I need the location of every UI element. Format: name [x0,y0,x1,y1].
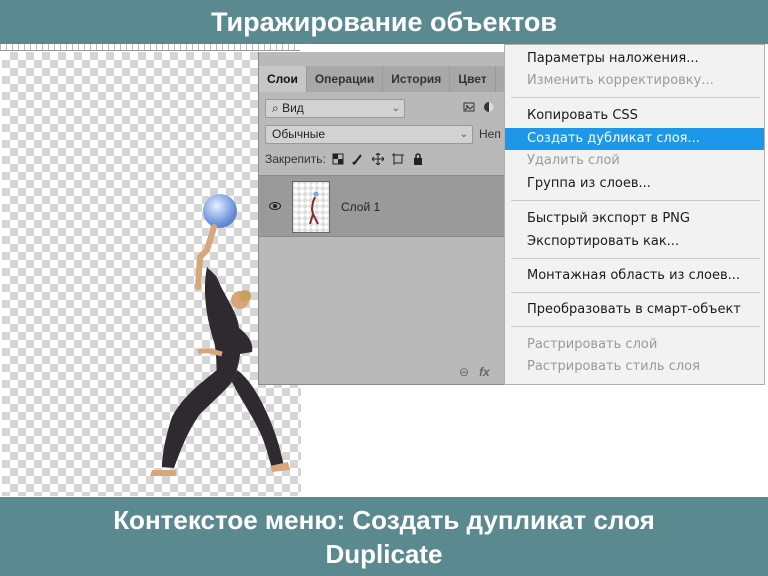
slide-caption: Контекстое меню: Создать дупликат слоя D… [0,497,768,576]
chevron-down-icon: ⌄ [391,102,400,114]
menu-separator [511,292,760,293]
lock-row: Закрепить: [265,149,432,169]
tab-history[interactable]: История [383,66,451,92]
lock-artboard-icon[interactable] [391,153,404,165]
lock-all-icon[interactable] [412,153,424,165]
filter-kind-select[interactable]: ⌕ Вид ⌄ [265,98,405,118]
menu-item-copy-css[interactable]: Копировать CSS [505,105,764,127]
layer-row[interactable]: Слой 1 [259,175,505,237]
blend-mode-select[interactable]: Обычные ⌄ [265,124,473,144]
adjustment-filter-icon[interactable] [483,101,495,116]
lock-image-pixels-icon[interactable] [352,153,364,165]
eye-icon[interactable] [269,201,281,211]
menu-separator [511,97,760,98]
tab-layers[interactable]: Слои [259,66,307,92]
menu-item-rasterize-layer-style[interactable]: Растрировать стиль слоя [505,356,764,378]
menu-separator [511,200,760,201]
menu-item-blending-options[interactable]: Параметры наложения... [505,48,764,70]
lock-label: Закрепить: [265,152,326,166]
slide-title: Тиражирование объектов [0,0,768,44]
gymnast-image [150,194,290,476]
blend-row: Обычные ⌄ Неп [265,124,501,144]
layer-thumbnail[interactable] [292,181,330,233]
caption-line-1: Контекстое меню: Создать дупликат слоя [113,504,655,535]
menu-item-duplicate-layer[interactable]: Создать дубликат слоя... [505,128,764,150]
document-canvas[interactable] [2,52,301,496]
ball-shape [203,194,237,228]
menu-item-edit-adjustment[interactable]: Изменить корректировку... [505,70,764,92]
fx-button[interactable]: fx [479,365,490,379]
filter-row: ⌕ Вид ⌄ [265,98,495,118]
menu-separator [511,326,760,327]
menu-item-artboard-from-layers[interactable]: Монтажная область из слоев... [505,265,764,287]
layers-panel: Слои Операции История Цвет ⌕ Вид ⌄ Обычн… [258,52,505,385]
ruler [0,44,300,51]
panel-footer: ⊖ fx [459,365,490,379]
menu-item-convert-to-smart-object[interactable]: Преобразовать в смарт-объект [505,299,764,321]
chevron-down-icon: ⌄ [459,128,468,140]
caption-line-2: Duplicate [325,538,443,569]
filter-kind-value: Вид [282,100,304,115]
panel-tabs: Слои Операции История Цвет [259,66,505,92]
tab-actions[interactable]: Операции [307,66,384,92]
opacity-label: Неп [479,127,501,141]
image-filter-icon[interactable] [463,101,475,116]
lock-transparent-pixels-icon[interactable] [332,153,344,165]
menu-item-rasterize-layer[interactable]: Растрировать слой [505,334,764,356]
layer-name[interactable]: Слой 1 [341,200,380,214]
search-icon: ⌕ [272,100,283,115]
layer-thumbnail-figure [309,191,319,225]
menu-separator [511,258,760,259]
menu-item-group-from-layers[interactable]: Группа из слоев... [505,173,764,195]
context-menu: Параметры наложения... Изменить корректи… [504,44,765,385]
menu-item-delete-layer[interactable]: Удалить слой [505,150,764,172]
menu-item-export-as[interactable]: Экспортировать как... [505,231,764,253]
tab-color[interactable]: Цвет [450,66,496,92]
lock-position-icon[interactable] [371,153,384,165]
link-icon[interactable]: ⊖ [459,365,469,379]
menu-item-quick-export-png[interactable]: Быстрый экспорт в PNG [505,208,764,230]
blend-mode-value: Обычные [272,126,326,141]
